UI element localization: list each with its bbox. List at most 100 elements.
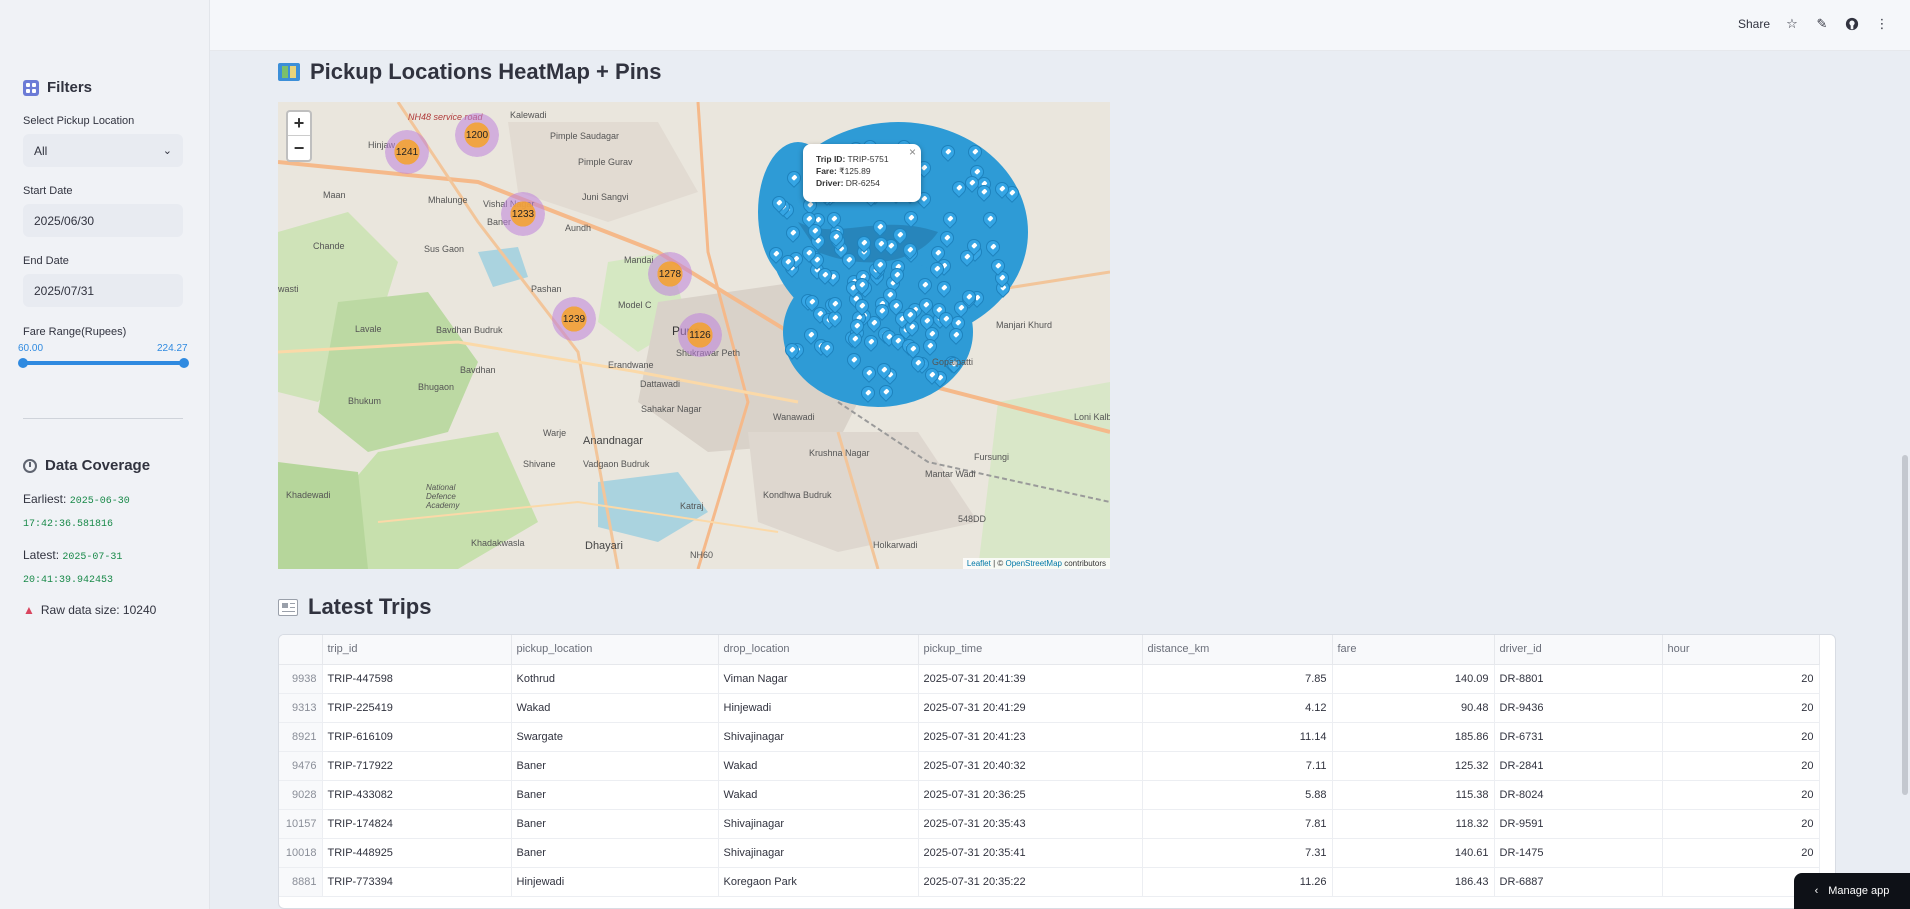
table-cell[interactable]: 20 — [1662, 751, 1820, 781]
table-cell[interactable]: Swargate — [511, 722, 719, 752]
table-cell[interactable]: 2025-07-31 20:41:39 — [918, 664, 1143, 694]
table-cell[interactable]: 20 — [1662, 664, 1820, 694]
table-cell[interactable]: 7.81 — [1142, 809, 1333, 839]
table-row[interactable]: 9938 TRIP-447598 Kothrud Viman Nagar 2025-07… — [279, 664, 1820, 694]
table-row[interactable]: 9313 TRIP-225419 Wakad Hinjewadi 2025-07-31 … — [279, 693, 1820, 723]
table-row[interactable]: 10157 TRIP-174824 Baner Shivajinagar 2025-07… — [279, 809, 1820, 839]
table-cell[interactable]: 90.48 — [1332, 693, 1495, 723]
car-pin-icon[interactable] — [869, 216, 890, 237]
table-cell[interactable]: DR-9591 — [1494, 809, 1663, 839]
car-pin-icon[interactable] — [979, 208, 1000, 229]
car-pin-icon[interactable] — [940, 209, 961, 230]
leaflet-link[interactable]: Leaflet — [967, 559, 991, 568]
column-header-pickup-location[interactable]: pickup_location — [511, 635, 719, 665]
zoom-out-button[interactable]: − — [288, 136, 310, 160]
table-cell[interactable]: Wakad — [511, 693, 719, 723]
table-cell[interactable]: 186.43 — [1332, 867, 1495, 897]
car-pin-icon[interactable] — [914, 275, 935, 296]
table-cell[interactable]: Baner — [511, 838, 719, 868]
table-cell[interactable]: 140.09 — [1332, 664, 1495, 694]
zoom-in-button[interactable]: + — [288, 112, 310, 136]
table-cell[interactable]: DR-1475 — [1494, 838, 1663, 868]
column-header-index[interactable] — [279, 635, 323, 665]
fare-min-handle[interactable] — [18, 358, 28, 368]
table-row[interactable]: 8881 TRIP-773394 Hinjewadi Koregaon Park 202… — [279, 867, 1820, 897]
cluster-marker[interactable]: 1233 — [501, 192, 545, 236]
table-cell[interactable]: 140.61 — [1332, 838, 1495, 868]
table-cell[interactable]: 2025-07-31 20:35:43 — [918, 809, 1143, 839]
table-cell[interactable]: Shivajinagar — [718, 809, 919, 839]
car-pin-icon[interactable] — [783, 167, 804, 188]
car-pin-icon[interactable] — [783, 223, 804, 244]
table-row[interactable]: 9028 TRIP-433082 Baner Wakad 2025-07-31 20:3… — [279, 780, 1820, 810]
github-icon[interactable] — [1844, 16, 1860, 32]
table-cell[interactable]: 20 — [1662, 722, 1820, 752]
table-cell[interactable]: Baner — [511, 809, 719, 839]
table-cell[interactable]: Wakad — [718, 780, 919, 810]
car-pin-icon[interactable] — [934, 277, 955, 298]
table-cell[interactable]: 7.85 — [1142, 664, 1333, 694]
table-cell[interactable]: DR-8801 — [1494, 664, 1663, 694]
page-scrollbar[interactable] — [1902, 455, 1908, 795]
table-cell[interactable]: 115.38 — [1332, 780, 1495, 810]
table-cell[interactable]: 4.12 — [1142, 693, 1333, 723]
table-cell[interactable]: 2025-07-31 20:40:32 — [918, 751, 1143, 781]
table-cell[interactable]: 7.11 — [1142, 751, 1333, 781]
car-pin-icon[interactable] — [859, 363, 880, 383]
table-cell[interactable]: Baner — [511, 780, 719, 810]
trips-table[interactable]: trip_id pickup_location drop_location pi… — [278, 634, 1836, 909]
table-cell[interactable]: Baner — [511, 751, 719, 781]
table-cell[interactable]: 9476 — [279, 751, 323, 781]
table-cell[interactable]: TRIP-174824 — [322, 809, 512, 839]
more-menu-icon[interactable]: ⋮ — [1874, 16, 1890, 32]
pickup-location-select[interactable]: All ⌄ — [23, 134, 183, 167]
table-cell[interactable]: 7.31 — [1142, 838, 1333, 868]
cluster-marker[interactable]: 1241 — [385, 130, 429, 174]
column-header-drop-location[interactable]: drop_location — [718, 635, 919, 665]
table-cell[interactable]: Koregaon Park — [718, 867, 919, 897]
column-header-hour[interactable]: hour — [1662, 635, 1820, 665]
table-cell[interactable]: 20 — [1662, 780, 1820, 810]
table-cell[interactable]: 2025-07-31 20:41:29 — [918, 693, 1143, 723]
close-icon[interactable]: × — [909, 146, 916, 158]
car-pin-icon[interactable] — [965, 141, 986, 162]
table-cell[interactable]: 185.86 — [1332, 722, 1495, 752]
column-header-pickup-time[interactable]: pickup_time — [918, 635, 1143, 665]
end-date-input[interactable]: 2025/07/31 — [23, 274, 183, 307]
cluster-marker[interactable]: 1239 — [552, 297, 596, 341]
cluster-marker[interactable]: 1200 — [455, 113, 499, 157]
table-cell[interactable]: TRIP-225419 — [322, 693, 512, 723]
table-cell[interactable]: TRIP-448925 — [322, 838, 512, 868]
table-cell[interactable]: 125.32 — [1332, 751, 1495, 781]
car-pin-icon[interactable] — [858, 382, 878, 403]
cluster-marker[interactable]: 1126 — [678, 313, 722, 357]
table-cell[interactable]: DR-8024 — [1494, 780, 1663, 810]
table-cell[interactable]: 10018 — [279, 838, 323, 868]
table-cell[interactable]: Shivajinagar — [718, 722, 919, 752]
car-pin-icon[interactable] — [900, 207, 921, 228]
table-cell[interactable]: 2025-07-31 20:36:25 — [918, 780, 1143, 810]
table-cell[interactable]: Hinjewadi — [718, 693, 919, 723]
column-header-distance-km[interactable]: distance_km — [1142, 635, 1333, 665]
table-cell[interactable]: Shivajinagar — [718, 838, 919, 868]
edit-icon[interactable]: ✎ — [1814, 16, 1830, 32]
table-cell[interactable]: 2025-07-31 20:35:22 — [918, 867, 1143, 897]
table-cell[interactable]: 2025-07-31 20:41:23 — [918, 722, 1143, 752]
column-header-fare[interactable]: fare — [1332, 635, 1495, 665]
table-cell[interactable]: 9028 — [279, 780, 323, 810]
table-row[interactable]: 10018 TRIP-448925 Baner Shivajinagar 2025-07… — [279, 838, 1820, 868]
star-icon[interactable]: ☆ — [1784, 16, 1800, 32]
column-header-trip-id[interactable]: trip_id — [322, 635, 512, 665]
manage-app-button[interactable]: ‹ Manage app — [1794, 873, 1910, 909]
table-cell[interactable]: 10157 — [279, 809, 323, 839]
column-header-driver-id[interactable]: driver_id — [1494, 635, 1663, 665]
table-cell[interactable]: 2025-07-31 20:35:41 — [918, 838, 1143, 868]
table-cell[interactable]: Kothrud — [511, 664, 719, 694]
table-cell[interactable]: 11.26 — [1142, 867, 1333, 897]
table-cell[interactable]: 20 — [1662, 838, 1820, 868]
car-pin-icon[interactable] — [937, 141, 958, 162]
table-cell[interactable]: TRIP-616109 — [322, 722, 512, 752]
table-cell[interactable]: 11.14 — [1142, 722, 1333, 752]
table-cell[interactable]: Viman Nagar — [718, 664, 919, 694]
osm-link[interactable]: OpenStreetMap — [1005, 559, 1061, 568]
